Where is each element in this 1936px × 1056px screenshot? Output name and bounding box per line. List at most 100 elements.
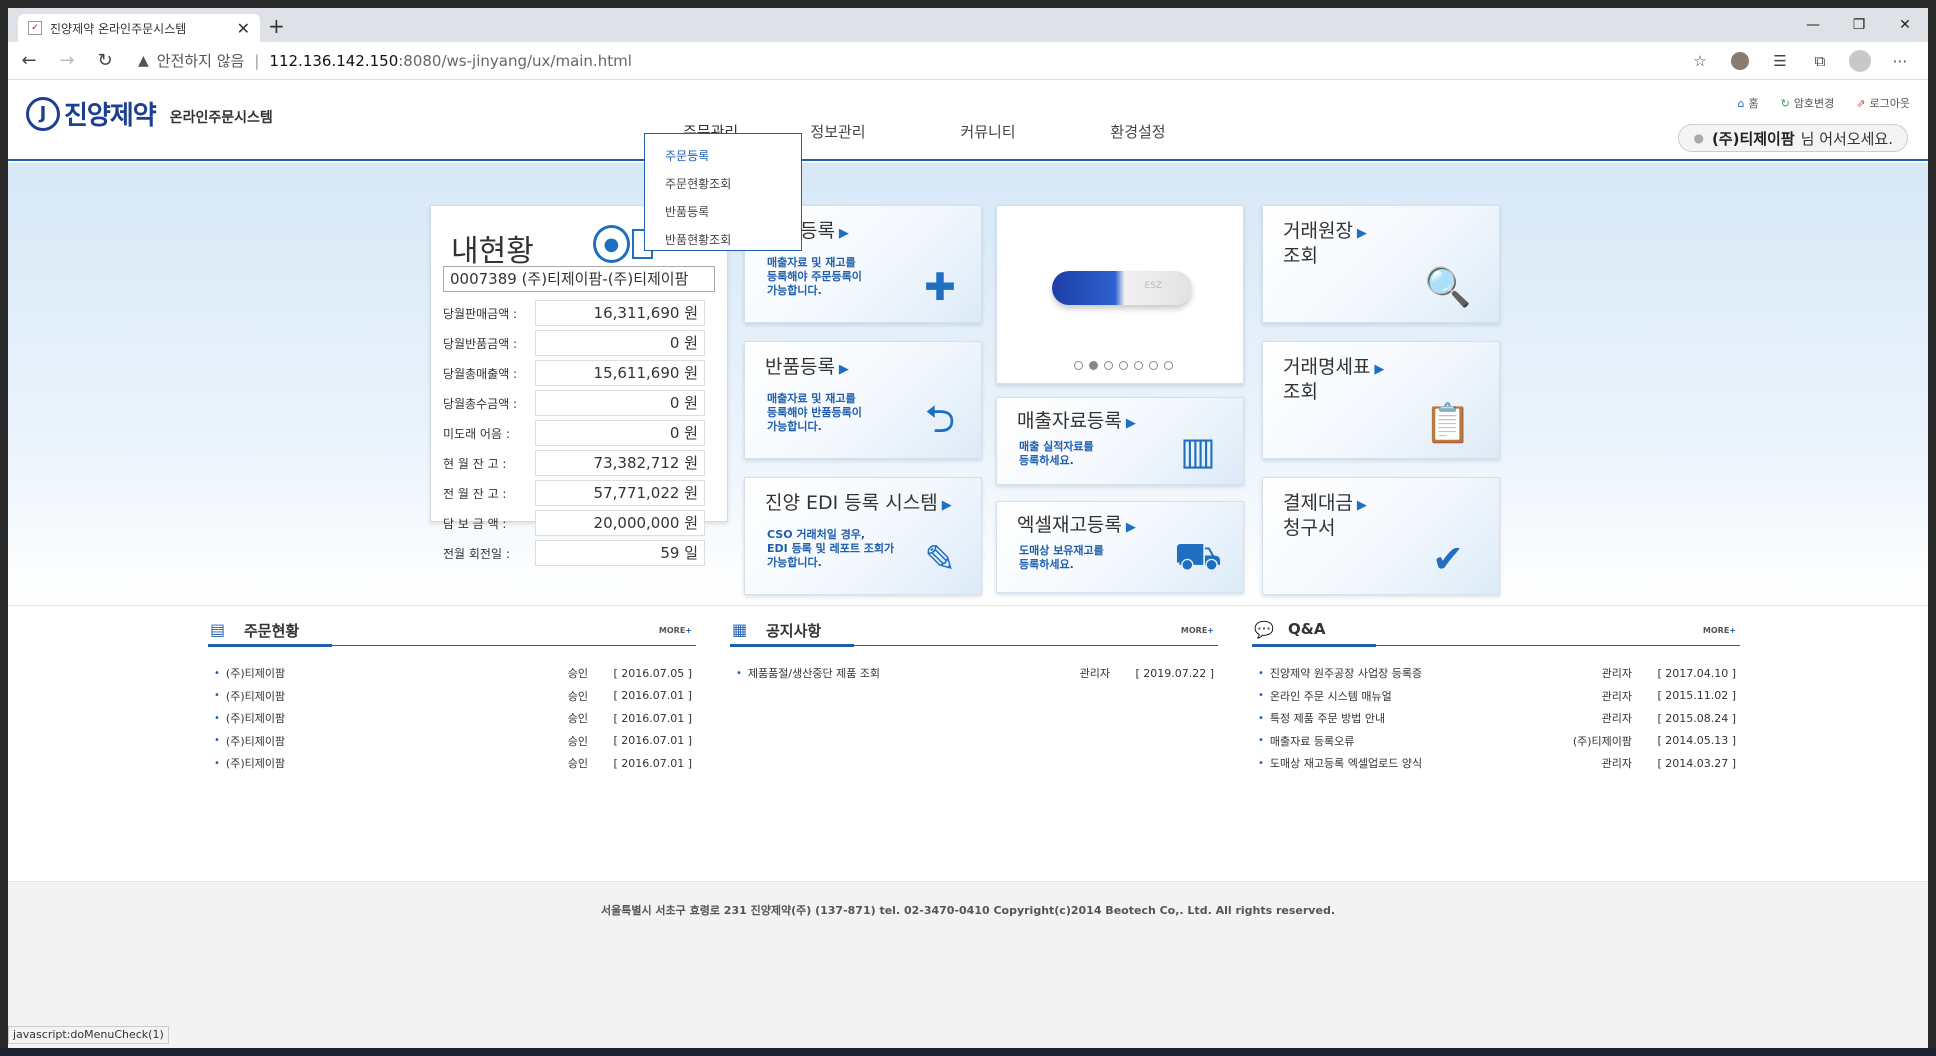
status-value: 0 원 [535,420,705,446]
tile-ledger-inquiry[interactable]: 거래원장 ▶ 조회 🔍 [1262,205,1500,323]
profile-icon[interactable] [1840,46,1880,76]
list-item[interactable]: • 매출자료 등록오류 (주)티제이팜 [ 2014.05.13 ] [1258,730,1736,753]
more-button[interactable]: MORE+ [1181,626,1214,635]
item-title[interactable]: (주)티제이팜 [226,688,508,704]
tile-ledger-title-1: 거래원장 [1283,220,1353,242]
status-row: 전 월 잔 고 : 57,771,022 원 [443,478,715,508]
tile-desc-line: 가능합니다. [767,556,822,569]
item-date: [ 2015.11.02 ] [1657,689,1736,703]
restore-icon[interactable]: ❐ [1836,8,1882,42]
tile-title: 거래원장 ▶ 조회 [1283,220,1367,268]
back-icon[interactable]: ← [12,46,46,76]
tile-edi-system[interactable]: 진양 EDI 등록 시스템 ▶ CSO 거래처일 경우, EDI 등록 및 레포트… [744,477,982,595]
item-title[interactable]: 매출자료 등록오류 [1270,733,1552,749]
forward-icon[interactable]: → [50,46,84,76]
item-writer: 관리자 [1601,689,1632,703]
more-menu-icon[interactable]: ⋯ [1880,46,1920,76]
tile-statement-inquiry[interactable]: 거래명세표 ▶ 조회 📋 [1262,341,1500,459]
tile-invoice[interactable]: 결제대금 ▶ 청구서 ✔ [1262,477,1500,595]
list-item[interactable]: • 도매상 재고등록 엑셀업로드 양식 관리자 [ 2014.03.27 ] [1258,752,1736,775]
list-item[interactable]: • 제품품절/생산중단 제품 조회 관리자 [ 2019.07.22 ] [736,662,1214,685]
list-item[interactable]: • (주)티제이팜 승인 [ 2016.07.01 ] [214,707,692,730]
status-row: 미도래 어음 : 0 원 [443,418,715,448]
tile-return-register[interactable]: 반품등록 ▶ 매출자료 및 재고를 등록해야 반품등록이 가능합니다. ⮌ [744,341,982,459]
list-item[interactable]: • (주)티제이팜 승인 [ 2016.07.01 ] [214,685,692,708]
more-label: MORE [658,626,686,635]
item-title[interactable]: 온라인 주문 시스템 매뉴얼 [1270,688,1552,704]
item-writer: 승인 [567,734,588,748]
status-value: 0 원 [535,390,705,416]
tile-desc: 매출자료 및 재고를 등록해야 주문등록이 가능합니다. [767,256,862,298]
item-title[interactable]: 특정 제품 주문 방법 안내 [1270,710,1552,726]
slider-dot[interactable] [1104,361,1113,370]
item-title[interactable]: (주)티제이팜 [226,755,508,771]
new-tab-button[interactable]: + [268,14,285,38]
list-item[interactable]: • 특정 제품 주문 방법 안내 관리자 [ 2015.08.24 ] [1258,707,1736,730]
window-close-icon[interactable]: ✕ [1882,8,1928,42]
bullet-icon: • [214,667,220,679]
tab-close-icon[interactable]: ✕ [237,19,250,38]
favorites-list-icon[interactable]: ☰ [1760,46,1800,76]
reload-icon[interactable]: ↻ [88,46,122,76]
slider-dot[interactable] [1089,361,1098,370]
status-label: 전 월 잔 고 : [443,486,507,501]
submenu-order-status[interactable]: 주문현황조회 [645,170,801,198]
status-value: 15,611,690 원 [535,360,705,386]
tile-title: 반품등록 ▶ [765,356,849,381]
board-header: 💬 Q&A MORE+ [1252,620,1740,647]
item-title[interactable]: (주)티제이팜 [226,665,508,681]
arrow-right-icon: ▶ [1125,416,1136,431]
more-button[interactable]: MORE+ [1703,626,1736,635]
submenu-return-status[interactable]: 반품현황조회 [645,226,801,254]
slider-dot[interactable] [1164,361,1173,370]
submenu-order-register[interactable]: 주문등록 [645,142,801,170]
item-title[interactable]: 진양제약 원주공장 사업장 등록증 [1270,665,1552,681]
status-row: 당월총매출액 : 15,611,690 원 [443,358,715,388]
item-title[interactable]: 도매상 재고등록 엑셀업로드 양식 [1270,755,1552,771]
item-writer: 승인 [567,757,588,771]
item-title[interactable]: (주)티제이팜 [226,733,508,749]
list-item[interactable]: • (주)티제이팜 승인 [ 2016.07.05 ] [214,662,692,685]
item-writer: 관리자 [1601,712,1632,726]
tile-sales-register[interactable]: 매출자료등록 ▶ 매출 실적자료를 등록하세요. ▥ [996,397,1244,485]
slider-dot[interactable] [1134,361,1143,370]
item-title[interactable]: 제품품절/생산중단 제품 조회 [748,665,1030,681]
list-item[interactable]: • 진양제약 원주공장 사업장 등록증 관리자 [ 2017.04.10 ] [1258,662,1736,685]
slider-dot[interactable] [1074,361,1083,370]
item-title[interactable]: (주)티제이팜 [226,710,508,726]
browser-tab[interactable]: ✓ 진양제약 온라인주문시스템 ✕ [18,14,260,42]
logout-link[interactable]: ⇗ 로그아웃 [1856,95,1910,111]
status-value: 73,382,712 원 [535,450,705,476]
tile-invoice-title-2: 청구서 [1283,517,1336,539]
nav-settings[interactable]: 환경설정 [1063,121,1213,142]
minimize-icon[interactable]: — [1790,8,1836,42]
slider-dot[interactable] [1149,361,1158,370]
change-password-link[interactable]: ↻ 암호변경 [1781,95,1835,111]
list-item[interactable]: • 온라인 주문 시스템 매뉴얼 관리자 [ 2015.11.02 ] [1258,685,1736,708]
account-select[interactable]: 0007389 (주)티제이팜-(주)티제이팜 [443,266,715,292]
list-item[interactable]: • (주)티제이팜 승인 [ 2016.07.01 ] [214,730,692,753]
extension-icon[interactable] [1720,46,1760,76]
cart-upload-icon: ⛟ [1174,534,1222,578]
submenu-return-register[interactable]: 반품등록 [645,198,801,226]
tile-desc-line: EDI 등록 및 레포트 조회가 [767,542,895,555]
nav-community[interactable]: 커뮤니티 [913,121,1063,142]
home-link[interactable]: ⌂ 홈 [1737,95,1758,111]
site-favicon-icon: ✓ [28,21,42,35]
url-field[interactable]: ▲ 안전하지 않음 | 112.136.142.150 :8080/ws-jin… [138,50,1680,71]
tile-excel-inventory[interactable]: 엑셀재고등록 ▶ 도매상 보유재고를 등록하세요. ⛟ [996,501,1244,593]
site-logo[interactable]: J 진양제약 온라인주문시스템 [26,95,273,132]
box-check-icon: ✔ [1432,537,1464,581]
board-header: ▦ 공지사항 MORE+ [730,620,1218,647]
slider-dot[interactable] [1119,361,1128,370]
board-list: • (주)티제이팜 승인[ 2016.07.05 ] • (주)티제이팜 승인[ 201… [214,662,692,775]
list-item[interactable]: • (주)티제이팜 승인 [ 2016.07.01 ] [214,752,692,775]
item-date: [ 2016.07.01 ] [613,711,692,725]
status-value: 20,000,000 원 [535,510,705,536]
item-writer: (주)티제이팜 [1572,734,1632,748]
collections-icon[interactable]: ⧉ [1800,46,1840,76]
favorite-star-icon[interactable]: ☆ [1680,46,1720,76]
board-title: 공지사항 [766,622,822,640]
tile-desc-line: 등록하세요. [1019,558,1074,571]
more-button[interactable]: MORE+ [659,626,692,635]
